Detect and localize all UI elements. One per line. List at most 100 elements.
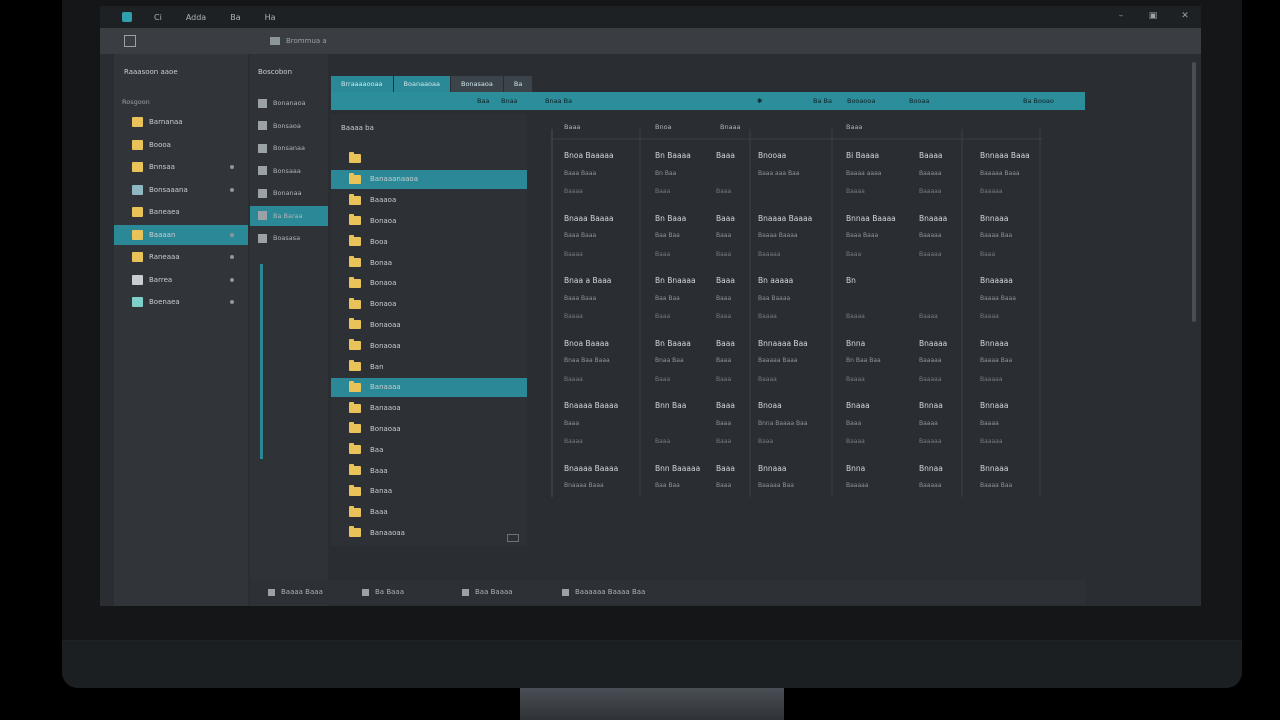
location-item[interactable]: Bonsaaa xyxy=(250,161,328,181)
minimize-button[interactable]: – xyxy=(1115,10,1127,22)
sidebar-item[interactable]: Baneaea xyxy=(114,202,248,222)
grid-cell[interactable]: Bnn Baa xyxy=(655,401,686,410)
tree-collapse-button[interactable] xyxy=(507,534,519,542)
column-header[interactable]: Baaa xyxy=(564,123,580,131)
grid-cell[interactable]: Bnaaaa xyxy=(919,214,947,223)
sidebar-item[interactable]: Boenaea xyxy=(114,292,248,312)
menu-item[interactable]: Ba xyxy=(230,13,240,22)
folder-tree-item[interactable]: Booa xyxy=(331,232,527,251)
tab-3[interactable]: Bonasaoa xyxy=(451,76,504,92)
grid-cell[interactable]: Bnaaaa Baaaa xyxy=(564,464,618,473)
sidebar-item[interactable]: Raneaaa xyxy=(114,247,248,267)
folder-tree-item[interactable]: Bonaoaa xyxy=(331,315,527,334)
grid-cell[interactable]: Baaa xyxy=(716,401,735,410)
grid-cell[interactable]: Bnnaa Baaaa xyxy=(846,214,896,223)
grid-cell[interactable]: Bnna xyxy=(846,339,865,348)
grid-cell[interactable]: Bnnaaa xyxy=(980,339,1008,348)
sidebar-item[interactable]: Boooa xyxy=(114,135,248,155)
grid-cell[interactable]: Bnnaaa xyxy=(758,464,786,473)
grid-cell[interactable]: Bnaa a Baaa xyxy=(564,276,611,285)
grid-cell[interactable]: Bn Baaa xyxy=(655,214,686,223)
folder-tree-item[interactable]: Ban xyxy=(331,357,527,376)
grid-cell[interactable]: Bi Baaaa xyxy=(846,151,879,160)
folder-tree-item[interactable]: Bonaoa xyxy=(331,274,527,293)
grid-cell[interactable]: Bnaaaa xyxy=(919,339,947,348)
settings-icon[interactable]: ✱ xyxy=(757,97,762,105)
grid-cell[interactable]: Baaa xyxy=(716,151,735,160)
grid-cell[interactable]: Bnnaa xyxy=(919,401,943,410)
toolbar-item[interactable]: Bnaa Ba xyxy=(545,97,572,105)
grid-cell[interactable]: Bn xyxy=(846,276,856,285)
folder-tree-item[interactable]: Banaa xyxy=(331,482,527,501)
grid-cell[interactable]: Bnooaa xyxy=(758,151,786,160)
grid-cell[interactable]: Bnaaa xyxy=(846,401,870,410)
folder-tree-item[interactable]: Baa xyxy=(331,440,527,459)
column-header[interactable]: Bnaaa xyxy=(720,123,741,131)
grid-cell[interactable]: Bnaaaa Baaaa xyxy=(758,214,812,223)
grid-cell[interactable]: Bnaaaa Baaaa xyxy=(564,401,618,410)
column-header[interactable]: Baaa xyxy=(846,123,862,131)
location-item[interactable]: Boasasa xyxy=(250,228,328,248)
folder-tree-item[interactable]: Baaa xyxy=(331,503,527,522)
location-item[interactable]: Bonanaoa xyxy=(250,93,328,113)
sidebar-item[interactable]: Bonsaaana xyxy=(114,180,248,200)
sidebar-item[interactable]: Barnanaa xyxy=(114,112,248,132)
grid-cell[interactable]: Baaa xyxy=(716,214,735,223)
folder-tree-item[interactable]: Bonaoaa xyxy=(331,336,527,355)
grid-cell[interactable]: Bnnaa xyxy=(919,464,943,473)
column-header[interactable]: Bnoa xyxy=(655,123,672,131)
grid-cell[interactable]: Bn aaaaa xyxy=(758,276,793,285)
grid-cell[interactable]: Bn Baaaa xyxy=(655,339,691,348)
grid-cell[interactable]: Baaaa xyxy=(919,151,943,160)
tab-4[interactable]: Ba xyxy=(503,76,534,92)
toolbar-item[interactable]: Ba Ba xyxy=(813,97,832,105)
grid-cell[interactable]: Baaa xyxy=(716,464,735,473)
toolbar-item[interactable]: Booaa xyxy=(909,97,929,105)
tab-2[interactable]: Boanaaoaa xyxy=(393,76,451,92)
folder-tree-item[interactable]: Baaa xyxy=(331,461,527,480)
location-item[interactable]: Ba Baraa xyxy=(250,205,328,226)
folder-tree-item[interactable]: Bonaoa xyxy=(331,295,527,314)
grid-cell[interactable]: Bn Baaaa xyxy=(655,151,691,160)
menu-item[interactable]: Ci xyxy=(154,13,162,22)
folder-tree-item[interactable]: Bonaa xyxy=(331,253,527,272)
menu-item[interactable]: Ha xyxy=(265,13,276,22)
folder-tree-item[interactable]: Banaaanaaoa xyxy=(331,169,527,189)
sidebar-item[interactable]: Barrea xyxy=(114,270,248,290)
grid-cell[interactable]: Bnn Baaaaa xyxy=(655,464,700,473)
grid-cell[interactable]: Bnnaaa Baaa xyxy=(980,151,1030,160)
grid-cell[interactable]: Bnnaaa xyxy=(980,214,1008,223)
folder-tree-item[interactable]: Bonaoa xyxy=(331,211,527,230)
toolbar-item[interactable]: Baa xyxy=(477,97,489,105)
grid-cell[interactable]: Bnoa Baaaa xyxy=(564,339,609,348)
toolbar-item[interactable]: Bnaa xyxy=(501,97,518,105)
folder-tree-item[interactable]: Baaaoa xyxy=(331,191,527,210)
grid-cell[interactable]: Bnaaaaa xyxy=(980,276,1013,285)
grid-cell[interactable]: Bnaaa Baaaa xyxy=(564,214,614,223)
sidebar-item[interactable]: Bnnsaa xyxy=(114,157,248,177)
grid-cell[interactable]: Bnnaaa xyxy=(980,401,1008,410)
grid-cell[interactable]: Bnnaaaa Baa xyxy=(758,339,808,348)
grid-cell[interactable]: Bnoaa xyxy=(758,401,782,410)
location-item[interactable]: Bonsaoa xyxy=(250,116,328,136)
grid-cell[interactable]: Baaa xyxy=(716,276,735,285)
toolbar-item[interactable]: Booaooa xyxy=(847,97,875,105)
grid-cell[interactable]: Bnnaaa xyxy=(980,464,1008,473)
address-field[interactable]: Brommua a xyxy=(270,37,327,45)
folder-tree-item[interactable]: Banaaoaa xyxy=(331,523,527,542)
grid-cell[interactable]: Bnoa Baaaaa xyxy=(564,151,614,160)
close-button[interactable]: ✕ xyxy=(1179,10,1191,22)
folder-tree-item[interactable] xyxy=(331,149,527,168)
maximize-button[interactable]: ▣ xyxy=(1147,10,1159,22)
grid-cell[interactable]: Bnna xyxy=(846,464,865,473)
folder-tree-item[interactable]: Banaaoa xyxy=(331,399,527,418)
location-item[interactable]: Bonanaa xyxy=(250,183,328,203)
home-icon[interactable] xyxy=(124,35,136,47)
menu-item[interactable]: Adda xyxy=(186,13,206,22)
sidebar-item[interactable]: Baaaan xyxy=(114,224,248,245)
folder-tree-item[interactable]: Bonaoaa xyxy=(331,419,527,438)
vertical-scrollbar[interactable] xyxy=(1192,62,1196,322)
folder-tree-item[interactable]: Banaaaa xyxy=(331,377,527,397)
grid-cell[interactable]: Baaa xyxy=(716,339,735,348)
location-item[interactable]: Bonsanaa xyxy=(250,138,328,158)
